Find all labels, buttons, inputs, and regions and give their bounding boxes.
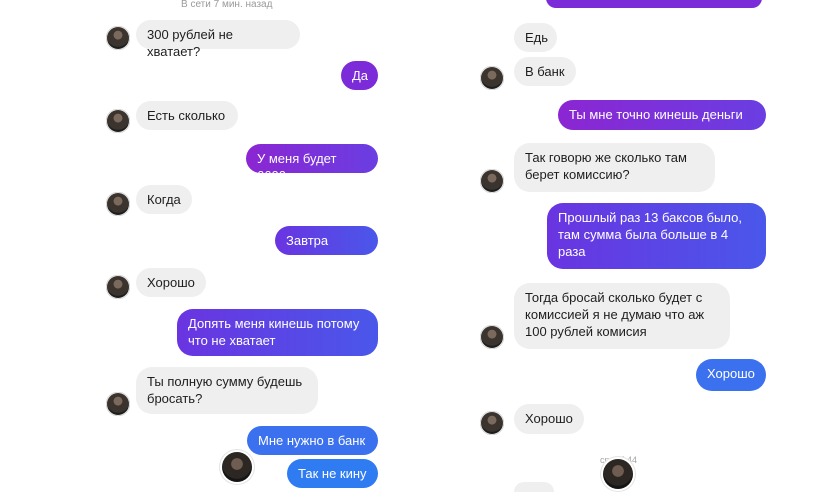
sender-avatar[interactable] (480, 169, 504, 193)
message-bubble-outgoing[interactable]: Допять меня кинешь потому что не хватает (177, 309, 378, 356)
sender-avatar[interactable] (106, 109, 130, 133)
message-bubble-incoming[interactable]: Так говорю же сколько там берет комиссию… (514, 143, 715, 192)
chat-header: В сети 7 мин. назад (0, 0, 418, 10)
message-bubble-outgoing[interactable]: Прошлый раз 13 баксов было, там сумма бы… (547, 203, 766, 269)
sender-avatar[interactable] (106, 192, 130, 216)
message-bubble-outgoing[interactable]: Ты мне точно кинешь деньги (558, 100, 766, 130)
message-bubble-incoming[interactable]: Хорошо (136, 268, 206, 297)
sender-avatar[interactable] (106, 275, 130, 299)
message-bubble-incoming[interactable]: Когда (136, 185, 192, 214)
online-status: В сети 7 мин. назад (181, 0, 273, 10)
message-bubble-incoming[interactable]: Есть сколько (136, 101, 238, 130)
message-bubble-incoming[interactable]: Едь (514, 23, 557, 52)
message-bubble-incoming[interactable]: Ты полную сумму будешь бросать? (136, 367, 318, 414)
message-bubble-outgoing[interactable]: Так не кину (287, 459, 378, 488)
message-bubble-outgoing[interactable]: Мне нужно в банк (247, 426, 378, 455)
message-bubble-outgoing[interactable]: Да (341, 61, 378, 90)
message-bubble-incoming[interactable]: 300 рублей не хватает? (136, 20, 300, 59)
chat-pane-left[interactable]: В сети 7 мин. назад 300 рублей не хватае… (0, 0, 418, 492)
message-bubble-incoming[interactable]: В банк (514, 57, 576, 86)
message-bubble-outgoing-partial[interactable] (546, 0, 762, 8)
sender-avatar[interactable] (106, 26, 130, 50)
sender-avatar[interactable] (480, 411, 504, 435)
message-bubble-incoming[interactable]: Тогда бросай сколько будет с комиссией я… (514, 283, 730, 349)
sender-avatar[interactable] (106, 392, 130, 416)
message-bubble-outgoing[interactable]: Хорошо (696, 359, 766, 391)
chat-pane-right[interactable]: Едь В банк Ты мне точно кинешь деньги Та… (418, 0, 837, 492)
read-receipt-avatar (603, 459, 633, 489)
message-bubble-outgoing[interactable]: Завтра утром (275, 226, 378, 265)
read-receipt-avatar (222, 452, 252, 482)
sender-avatar[interactable] (480, 66, 504, 90)
message-bubble-incoming[interactable]: Хорошо (514, 404, 584, 434)
message-bubble-incoming-partial[interactable] (514, 482, 554, 492)
message-bubble-outgoing[interactable]: У меня будет 6600 (246, 144, 378, 183)
sender-avatar[interactable] (480, 325, 504, 349)
